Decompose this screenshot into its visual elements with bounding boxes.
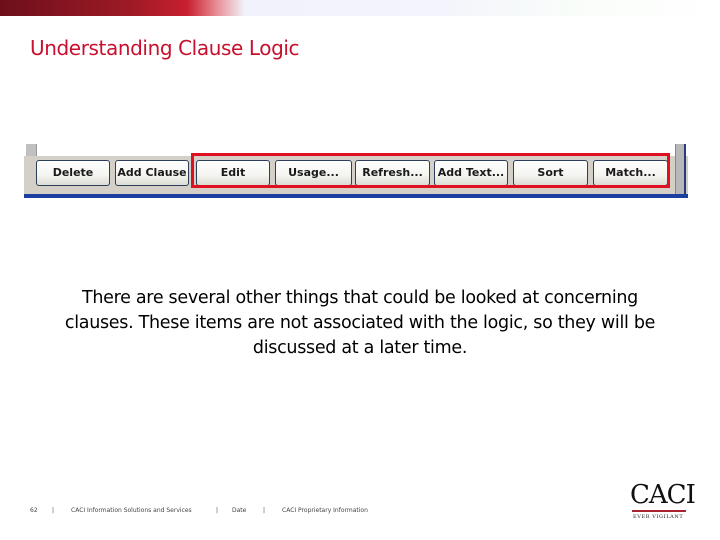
footer-separator: | (216, 507, 219, 514)
logo-wordmark: CACI (630, 480, 696, 510)
logo-underline (632, 510, 686, 512)
highlight-box (191, 153, 670, 188)
toolbar-bottom-line (24, 194, 688, 198)
footer-date: Date (232, 507, 247, 514)
add-clause-button[interactable]: Add Clause (115, 160, 189, 186)
delete-button[interactable]: Delete (36, 160, 110, 186)
caci-logo: CACI EVER VIGILANT (630, 481, 696, 523)
slide-title: Understanding Clause Logic (30, 36, 300, 60)
header-gradient-band (0, 0, 720, 16)
toolbar-screenshot: Delete Add Clause Edit Usage... Refresh.… (24, 144, 688, 198)
slide-body-text: There are several other things that coul… (64, 288, 656, 358)
footer-classification: CACI Proprietary Information (282, 507, 368, 514)
page-number: 62 (30, 507, 38, 514)
logo-tagline: EVER VIGILANT (633, 514, 684, 520)
footer-separator: | (52, 507, 55, 514)
footer-separator: | (263, 507, 266, 514)
footer-company: CACI Information Solutions and Services (71, 507, 192, 514)
toolbar-right-edge (675, 144, 686, 194)
